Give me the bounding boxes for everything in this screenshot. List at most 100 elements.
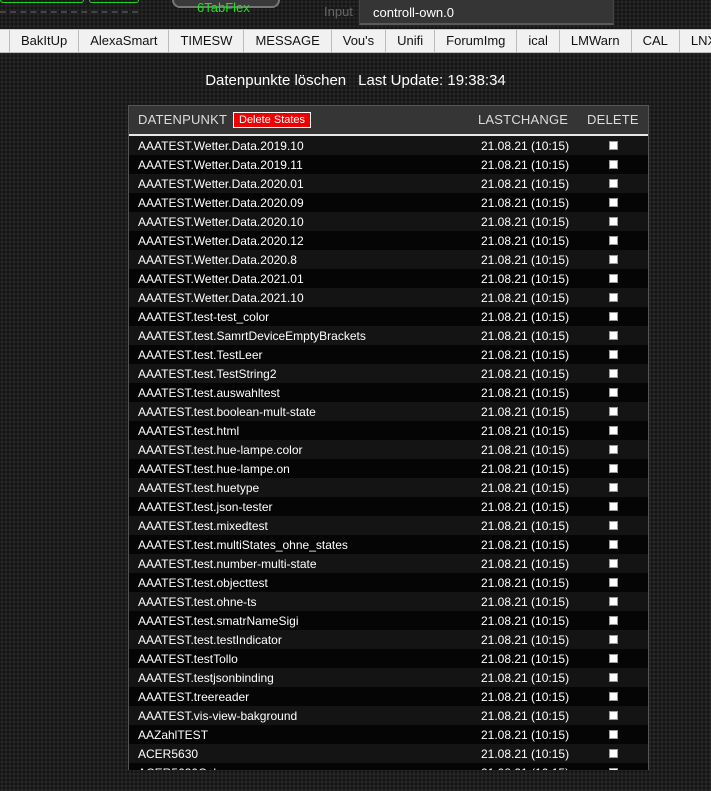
delete-checkbox[interactable]	[609, 464, 618, 473]
top-button-2[interactable]	[89, 0, 139, 3]
delete-states-button[interactable]: Delete States	[233, 112, 312, 128]
datapoint-name: AAZahlTEST	[138, 728, 209, 742]
table-row: AAATEST.test.hue-lampe.color 21.08.21 (10…	[129, 440, 648, 459]
delete-checkbox[interactable]	[609, 673, 618, 682]
top-button-1[interactable]	[0, 0, 84, 3]
lastchange-value: 21.08.21 (10:15)	[481, 310, 570, 324]
tab-unifi[interactable]: Unifi	[386, 30, 436, 52]
tab-ical[interactable]: ical	[517, 30, 560, 52]
delete-checkbox[interactable]	[609, 521, 618, 530]
datapoint-name: AAATEST.test.smatrNameSigi	[138, 614, 299, 628]
delete-checkbox[interactable]	[609, 616, 618, 625]
table-row: AAATEST.Wetter.Data.2020.01 21.08.21 (10:…	[129, 174, 648, 193]
table-row: AAATEST.test.hue-lampe.on 21.08.21 (10:15…	[129, 459, 648, 478]
delete-checkbox[interactable]	[609, 388, 618, 397]
delete-checkbox[interactable]	[609, 407, 618, 416]
delete-checkbox[interactable]	[609, 236, 618, 245]
delete-checkbox[interactable]	[609, 711, 618, 720]
lastchange-value: 21.08.21 (10:15)	[481, 177, 570, 191]
tab-lmwarn[interactable]: LMWarn	[560, 30, 632, 52]
datapoint-name: AAATEST.Wetter.Data.2020.8	[138, 253, 297, 267]
delete-checkbox[interactable]	[609, 692, 618, 701]
datapoint-name: AAATEST.Wetter.Data.2020.10	[138, 215, 304, 229]
tab-timesw[interactable]: TIMESW	[169, 30, 245, 52]
delete-checkbox[interactable]	[609, 540, 618, 549]
tab-lnx[interactable]: LNX	[680, 30, 711, 52]
datapoint-name: AAATEST.Wetter.Data.2019.11	[138, 158, 303, 172]
delete-checkbox[interactable]	[609, 369, 618, 378]
datapoint-name: AAATEST.testjsonbinding	[138, 671, 274, 685]
lastchange-value: 21.08.21 (10:15)	[481, 709, 570, 723]
table-row: AAATEST.test.auswahltest 21.08.21 (10:15)	[129, 383, 648, 402]
instance-input[interactable]: controll-own.0	[359, 0, 614, 25]
table-row: AAATEST.test.huetype 21.08.21 (10:15)	[129, 478, 648, 497]
datapoint-name: AAATEST.test.TestLeer	[138, 348, 263, 362]
tab-alexasmart[interactable]: AlexaSmart	[79, 30, 170, 52]
datapoint-name: AAATEST.test.hue-lampe.on	[138, 462, 290, 476]
delete-checkbox[interactable]	[609, 597, 618, 606]
delete-checkbox[interactable]	[609, 654, 618, 663]
delete-checkbox[interactable]	[609, 312, 618, 321]
lastchange-value: 21.08.21 (10:15)	[481, 614, 570, 628]
table-row: AAATEST.testTollo 21.08.21 (10:15)	[129, 649, 648, 668]
tab-message[interactable]: MESSAGE	[244, 30, 332, 52]
delete-checkbox[interactable]	[609, 350, 618, 359]
delete-checkbox[interactable]	[609, 255, 618, 264]
datapoint-name: AAATEST.test.number-multi-state	[138, 557, 317, 571]
col-delete: DELETE	[587, 112, 639, 127]
table-header: DATENPUNKT Delete States LASTCHANGE DELE…	[129, 106, 648, 136]
delete-checkbox[interactable]	[609, 559, 618, 568]
lastchange-value: 21.08.21 (10:15)	[481, 671, 570, 685]
table-row: AAATEST.test.multiStates_ohne_states 21.0…	[129, 535, 648, 554]
delete-checkbox[interactable]	[609, 426, 618, 435]
tab-spacer	[0, 30, 10, 52]
delete-checkbox[interactable]	[609, 293, 618, 302]
delete-checkbox[interactable]	[609, 179, 618, 188]
delete-checkbox[interactable]	[609, 160, 618, 169]
col-lastchange: LASTCHANGE	[478, 112, 569, 127]
lastchange-value: 21.08.21 (10:15)	[481, 272, 570, 286]
delete-checkbox[interactable]	[609, 730, 618, 739]
lastchange-value: 21.08.21 (10:15)	[481, 405, 570, 419]
lastchange-value: 21.08.21 (10:15)	[481, 519, 570, 533]
datapoint-name: AAATEST.test.auswahltest	[138, 386, 280, 400]
table-row: AAATEST.test.mixedtest 21.08.21 (10:15)	[129, 516, 648, 535]
lastchange-value: 21.08.21 (10:15)	[481, 766, 569, 770]
tab-bakitup[interactable]: BakItUp	[10, 30, 80, 52]
delete-checkbox[interactable]	[609, 578, 618, 587]
delete-checkbox[interactable]	[609, 198, 618, 207]
datapoint-name: ACER5630Cuber	[138, 766, 231, 770]
delete-checkbox[interactable]	[609, 217, 618, 226]
table-row: AAATEST.test.objecttest 21.08.21 (10:15)	[129, 573, 648, 592]
datapoint-name: AAATEST.testTollo	[138, 652, 238, 666]
datapoint-name: AAATEST.test.TestString2	[138, 367, 277, 381]
delete-checkbox[interactable]	[609, 141, 618, 150]
datapoint-name: AAATEST.test.testIndicator	[138, 633, 282, 647]
page-header: Datenpunkte löschen Last Update: 19:38:34	[0, 72, 711, 89]
delete-checkbox[interactable]	[609, 768, 618, 770]
table-row: AAATEST.test.TestString2 21.08.21 (10:15)	[129, 364, 648, 383]
delete-checkbox[interactable]	[609, 502, 618, 511]
divider	[0, 11, 138, 13]
lastchange-value: 21.08.21 (10:15)	[481, 576, 570, 590]
delete-checkbox[interactable]	[609, 445, 618, 454]
tab-cal[interactable]: CAL	[632, 30, 680, 52]
delete-checkbox[interactable]	[609, 274, 618, 283]
table-row: AAATEST.test.ohne-ts 21.08.21 (10:15)	[129, 592, 648, 611]
datapoint-name: AAATEST.test.boolean-mult-state	[138, 405, 316, 419]
table-row: AAATEST.Wetter.Data.2020.09 21.08.21 (10:…	[129, 193, 648, 212]
datapoint-name: ACER5630	[138, 747, 199, 761]
delete-checkbox[interactable]	[609, 331, 618, 340]
datapoint-name: AAATEST.Wetter.Data.2021.01	[138, 272, 304, 286]
table-body: AAATEST.Wetter.Data.2019.10 21.08.21 (10:…	[129, 136, 648, 770]
table-row: AAATEST.test-test_color 21.08.21 (10:15)	[129, 307, 648, 326]
datapoint-name: AAATEST.test.mixedtest	[138, 519, 268, 533]
tab-vous[interactable]: Vou's	[332, 30, 387, 52]
delete-checkbox[interactable]	[609, 483, 618, 492]
tab-bar: BakItUp AlexaSmart TIMESW MESSAGE Vou's Unifi…	[0, 29, 711, 53]
table-row: AAATEST.Wetter.Data.2020.10 21.08.21 (10:…	[129, 212, 648, 231]
delete-checkbox[interactable]	[609, 635, 618, 644]
datapoint-name: AAATEST.test.html	[138, 424, 240, 438]
tab-forumimg[interactable]: ForumImg	[435, 30, 518, 52]
delete-checkbox[interactable]	[609, 749, 618, 758]
